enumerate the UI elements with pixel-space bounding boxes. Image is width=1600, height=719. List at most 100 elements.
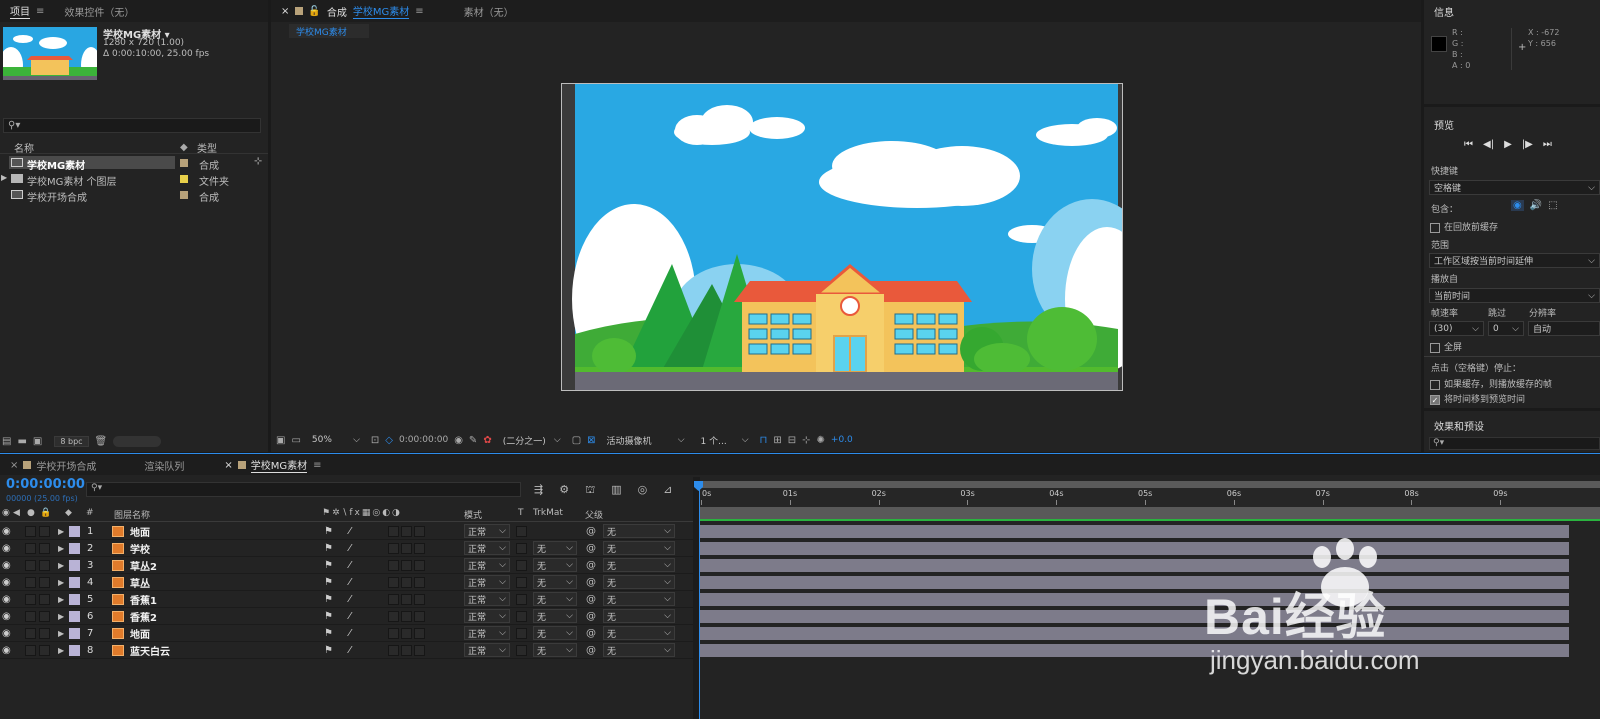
solo-icon[interactable]: ●	[27, 508, 35, 518]
fullscreen-checkbox[interactable]: 全屏	[1430, 340, 1462, 353]
frame-blending-icon[interactable]: ▥	[611, 483, 621, 498]
switch-box[interactable]	[401, 608, 412, 625]
lock-switch[interactable]	[39, 625, 50, 642]
expand-arrow-icon[interactable]: ▶	[58, 557, 64, 574]
layer-duration-bar[interactable]	[700, 525, 1569, 538]
label-color[interactable]	[69, 608, 80, 625]
expand-arrow-icon[interactable]: ▶	[58, 642, 64, 659]
mode-select[interactable]: 正常 ⌵	[464, 524, 510, 538]
preserve-transparency-switch[interactable]	[516, 591, 527, 608]
switch-box[interactable]	[388, 574, 399, 591]
layer-name[interactable]: 学校	[130, 540, 150, 557]
shortcut-select[interactable]: 空格键 ⌵	[1429, 180, 1600, 195]
panel-menu-icon[interactable]: ≡	[36, 6, 44, 17]
label-tag-icon[interactable]: ◆	[65, 508, 72, 518]
pick-whip-icon[interactable]: @	[586, 642, 596, 659]
switch-box[interactable]	[414, 557, 425, 574]
shy-switch-icon[interactable]: ⚑	[324, 557, 333, 574]
mode-select[interactable]: 正常 ⌵	[464, 609, 510, 623]
layer-duration-bar[interactable]	[700, 627, 1569, 640]
parent-select[interactable]: 无 ⌵	[603, 541, 675, 555]
quality-switch-icon[interactable]: ⁄	[349, 574, 351, 591]
resolution-select[interactable]: (二分之一) ⌵	[497, 432, 566, 448]
layer-name[interactable]: 草丛2	[130, 557, 157, 574]
mode-select[interactable]: 正常 ⌵	[464, 558, 510, 572]
move-time-checkbox[interactable]: ✓ 将时间移到预览时间	[1430, 392, 1525, 405]
lock-icon[interactable]: 🔓	[308, 6, 320, 17]
switch-box[interactable]	[401, 540, 412, 557]
quality-switch-icon[interactable]: ⁄	[349, 523, 351, 540]
preserve-transparency-switch[interactable]	[516, 557, 527, 574]
switch-box[interactable]	[401, 642, 412, 659]
eye-icon[interactable]: ◉	[2, 540, 11, 557]
trash-icon[interactable]: 🗑	[95, 436, 108, 447]
expand-arrow-icon[interactable]: ▶	[58, 608, 64, 625]
bpc-button[interactable]: 8 bpc	[54, 435, 89, 447]
effects-search-input[interactable]: ⚲▾	[1429, 437, 1600, 450]
shy-switch-icon[interactable]: ⚑	[324, 523, 333, 540]
info-title[interactable]: 信息	[1434, 4, 1454, 19]
tab-effect-controls[interactable]: 效果控件（无）	[54, 0, 144, 22]
preserve-transparency-switch[interactable]	[516, 574, 527, 591]
expand-arrow-icon[interactable]: ▶	[58, 523, 64, 540]
mode-select[interactable]: 正常 ⌵	[464, 643, 510, 657]
range-select[interactable]: 工作区域按当前时间延伸 ⌵	[1429, 253, 1600, 268]
layer-duration-bar[interactable]	[700, 542, 1569, 555]
panel-menu-icon[interactable]: ≡	[415, 6, 423, 17]
lock-switch[interactable]	[39, 523, 50, 540]
switch-box[interactable]	[388, 591, 399, 608]
viewer-timecode[interactable]: 0:00:00:00	[399, 435, 448, 445]
parent-select[interactable]: 无 ⌵	[603, 558, 675, 572]
pick-whip-icon[interactable]: @	[586, 557, 596, 574]
new-composition-icon[interactable]: ▣	[33, 436, 42, 447]
preserve-transparency-switch[interactable]	[516, 625, 527, 642]
switch-box[interactable]	[414, 642, 425, 659]
hide-shy-icon[interactable]: ⛫	[585, 483, 595, 498]
overlay-icon[interactable]: ⬚	[1548, 200, 1557, 211]
camera-select[interactable]: 活动摄像机 ⌵	[601, 432, 690, 448]
eye-icon[interactable]: ◉	[2, 608, 11, 625]
quality-switch-icon[interactable]: ⁄	[349, 642, 351, 659]
always-preview-icon[interactable]: ▣	[276, 435, 285, 446]
layer-duration-bar[interactable]	[700, 644, 1569, 657]
trkmat-select[interactable]: 无 ⌵	[533, 643, 577, 657]
views-select[interactable]: 1 个... ⌵	[695, 432, 754, 448]
close-icon[interactable]: ×	[10, 460, 18, 471]
col-layer-name[interactable]: 图层名称	[114, 508, 150, 521]
switch-box[interactable]	[401, 574, 412, 591]
expand-arrow-icon[interactable]: ▶	[1, 173, 7, 182]
layer-row[interactable]: ◉ ▶ 4 草丛 ⚑ ⁄ 正常 ⌵ 无 ⌵ @ 无 ⌵	[0, 574, 700, 591]
timeline-icon[interactable]: ⊟	[788, 435, 796, 446]
project-item[interactable]: 学校开场合成 合成	[0, 187, 268, 204]
eye-icon[interactable]: ◉	[2, 591, 11, 608]
shy-switch-icon[interactable]: ⚑	[324, 642, 333, 659]
tab-school-intro-comp[interactable]: × 学校开场合成	[0, 455, 106, 475]
resolution-select[interactable]: 自动	[1528, 321, 1600, 336]
checkbox[interactable]	[1430, 379, 1440, 390]
layer-row[interactable]: ◉ ▶ 7 地面 ⚑ ⁄ 正常 ⌵ 无 ⌵ @ 无 ⌵	[0, 625, 700, 642]
audio-switch[interactable]	[25, 625, 36, 642]
label-color[interactable]	[69, 591, 80, 608]
expand-arrow-icon[interactable]: ▶	[58, 591, 64, 608]
time-ruler[interactable]: 0s 01s 02s 03s 04s 05s 06s 07s 08s 09s	[700, 481, 1600, 507]
switch-box[interactable]	[414, 591, 425, 608]
switch-box[interactable]	[414, 608, 425, 625]
tab-project[interactable]: 项目 ≡	[0, 0, 54, 22]
switch-box[interactable]	[401, 625, 412, 642]
parent-select[interactable]: 无 ⌵	[603, 643, 675, 657]
audio-switch[interactable]	[25, 591, 36, 608]
reset-exposure-icon[interactable]: ✺	[817, 435, 825, 446]
playhead[interactable]	[699, 481, 700, 719]
trkmat-select[interactable]: 无 ⌵	[533, 626, 577, 640]
layer-duration-bar[interactable]	[700, 593, 1569, 606]
tab-composition[interactable]: × 🔓 合成 学校MG素材 ≡	[271, 0, 434, 22]
switch-box[interactable]	[414, 574, 425, 591]
flowchart-icon[interactable]: ⊹	[254, 156, 262, 167]
trkmat-select[interactable]: 无 ⌵	[533, 575, 577, 589]
panel-menu-icon[interactable]: ≡	[313, 460, 321, 471]
quality-switch-icon[interactable]: ⁄	[349, 557, 351, 574]
project-item[interactable]: ▶ 学校MG素材 个图层 文件夹	[0, 171, 268, 188]
label-color[interactable]	[69, 557, 80, 574]
layer-name[interactable]: 草丛	[130, 574, 150, 591]
preserve-transparency-switch[interactable]	[516, 523, 527, 540]
